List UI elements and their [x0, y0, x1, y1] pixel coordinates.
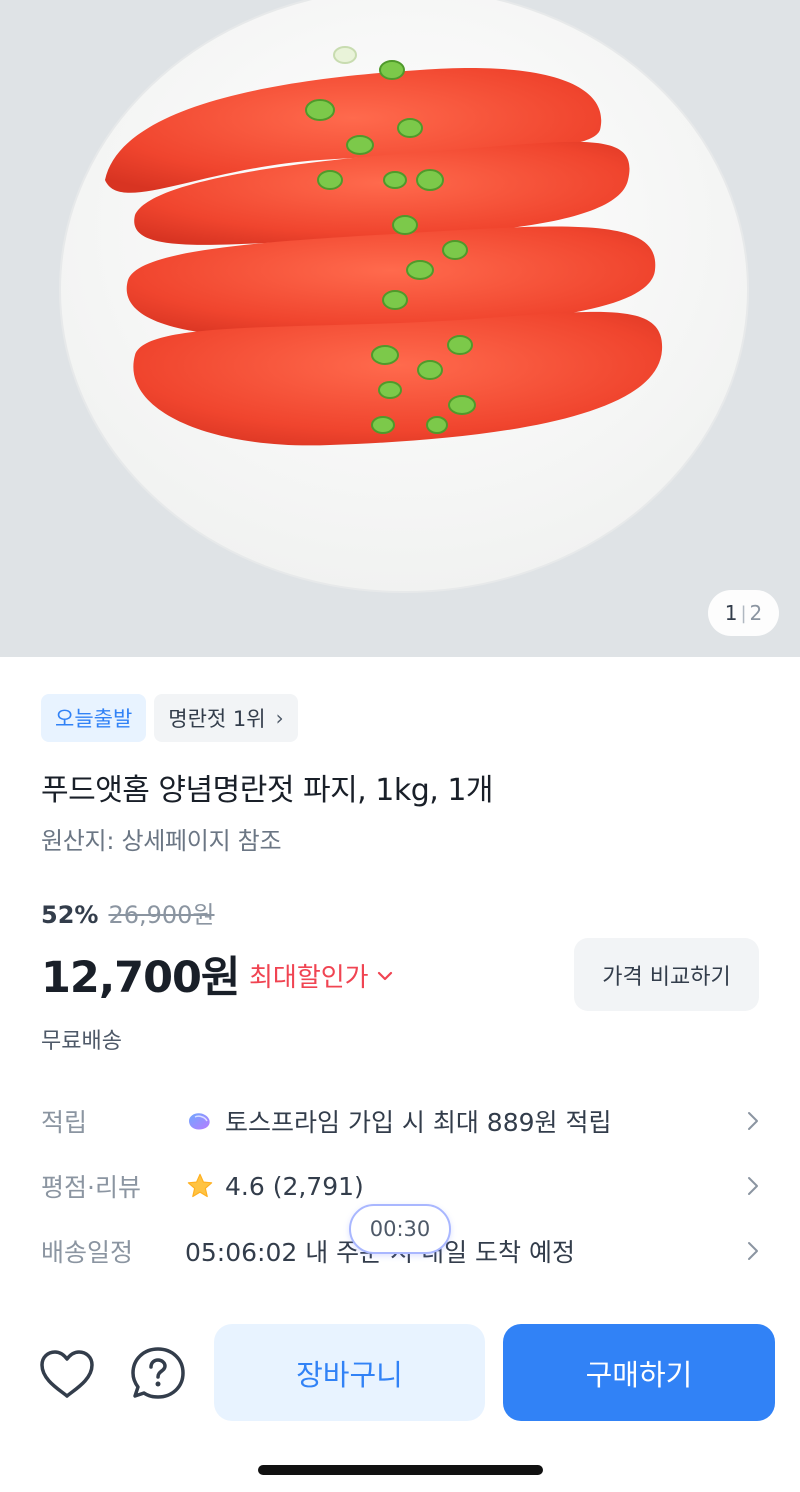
badge-row: 오늘출발 명란젓 1위 › [41, 694, 298, 742]
image-counter-separator: | [740, 602, 747, 624]
question-icon [131, 1347, 185, 1399]
heart-icon [40, 1350, 94, 1398]
star-icon [187, 1173, 213, 1198]
help-button[interactable] [128, 1343, 188, 1403]
ranking-badge[interactable]: 명란젓 1위 › [154, 694, 298, 742]
rating-review-value: 4.6 (2,791) [185, 1172, 747, 1201]
product-origin: 원산지: 상세페이지 참조 [41, 827, 282, 855]
chevron-right-icon [748, 1242, 758, 1260]
reward-text: 토스프라임 가입 시 최대 889원 적립 [225, 1108, 612, 1137]
compare-price-button[interactable]: 가격 비교하기 [574, 938, 759, 1011]
wishlist-button[interactable] [37, 1344, 97, 1404]
delivery-schedule-label: 배송일정 [41, 1238, 134, 1267]
ranking-badge-label: 명란젓 1위 [168, 707, 266, 731]
image-counter: 1 | 2 [708, 590, 779, 636]
buy-now-button[interactable]: 구매하기 [503, 1324, 775, 1421]
product-title: 푸드앳홈 양념명란젓 파지, 1kg, 1개 [41, 773, 494, 808]
toss-prime-icon [189, 1113, 210, 1130]
chevron-right-icon [748, 1112, 758, 1130]
reward-label: 적립 [41, 1108, 88, 1137]
original-price: 26,900원 [108, 901, 215, 929]
home-indicator[interactable] [258, 1465, 543, 1475]
shipping-info: 무료배송 [41, 1029, 122, 1054]
chevron-right-icon [748, 1177, 758, 1195]
chevron-down-icon [377, 971, 392, 980]
rating-review-text: 4.6 (2,791) [225, 1171, 364, 1201]
rating-review-row[interactable]: 평점·리뷰 4.6 (2,791) [41, 1163, 759, 1209]
image-counter-current: 1 [724, 601, 738, 625]
reward-value: 토스프라임 가입 시 최대 889원 적립 [185, 1103, 747, 1139]
timer-bubble[interactable]: 00:30 [349, 1204, 451, 1254]
image-counter-total: 2 [749, 601, 763, 625]
reward-row[interactable]: 적립 토스프라임 가입 시 최대 889원 적립 [41, 1098, 759, 1144]
product-photo [59, 0, 749, 593]
delivery-schedule-value: 05:06:02 내 주문 시 내일 도착 예정 [185, 1238, 575, 1267]
max-discount-toggle[interactable]: 최대할인가 [249, 957, 393, 994]
rating-review-label: 평점·리뷰 [41, 1173, 141, 1202]
today-shipping-badge-label: 오늘출발 [55, 707, 133, 731]
add-to-cart-button[interactable]: 장바구니 [214, 1324, 485, 1421]
sale-price: 12,700원 [41, 953, 240, 1003]
chevron-right-icon: › [275, 706, 284, 730]
max-discount-label: 최대할인가 [249, 963, 369, 993]
discount-row: 52% 26,900원 [41, 895, 215, 930]
today-shipping-badge: 오늘출발 [41, 694, 147, 742]
product-image-carousel[interactable]: 1 | 2 [0, 0, 800, 657]
discount-percent: 52% [41, 901, 99, 929]
